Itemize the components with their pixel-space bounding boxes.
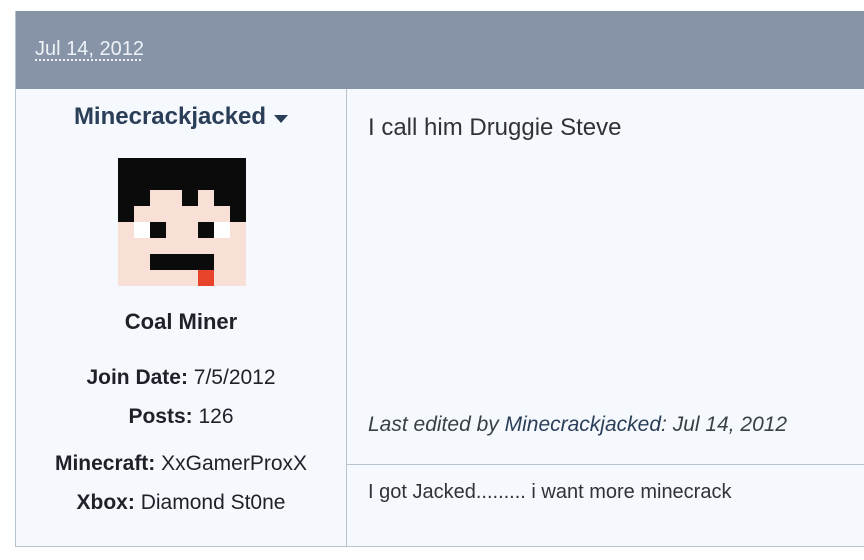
posts-value: 126 xyxy=(198,405,234,428)
edited-date: Jul 14, 2012 xyxy=(672,413,788,436)
forum-post: Jul 14, 2012 Minecrackjacked Coal Miner … xyxy=(15,11,864,547)
user-info-panel: Minecrackjacked Coal Miner Join Date: 7/… xyxy=(16,89,347,546)
signature-divider xyxy=(347,464,864,465)
join-date-label: Join Date: xyxy=(86,366,188,389)
post-header: Jul 14, 2012 xyxy=(16,11,864,89)
chevron-down-icon[interactable] xyxy=(274,115,289,123)
minecraft-name: Minecraft: XxGamerProxX xyxy=(16,452,346,476)
signature: I got Jacked......... i want more minecr… xyxy=(368,481,732,503)
username-menu[interactable]: Minecrackjacked xyxy=(16,103,346,131)
xbox-value: Diamond St0ne xyxy=(140,491,286,514)
avatar[interactable] xyxy=(118,158,246,286)
last-edited-note: Last edited by Minecrackjacked: Jul 14, … xyxy=(368,413,788,436)
xbox-label: Xbox: xyxy=(76,491,135,514)
minecraft-value: XxGamerProxX xyxy=(161,452,308,475)
post-count: Posts: 126 xyxy=(16,405,346,429)
username-link[interactable]: Minecrackjacked xyxy=(74,103,266,131)
posts-label: Posts: xyxy=(128,405,193,428)
user-rank: Coal Miner xyxy=(124,309,238,334)
post-message-area: I call him Druggie Steve Last edited by … xyxy=(347,89,864,546)
minecraft-label: Minecraft: xyxy=(54,452,156,475)
post-date-link[interactable]: Jul 14, 2012 xyxy=(35,38,144,61)
xbox-name: Xbox: Diamond St0ne xyxy=(16,491,346,515)
post-message: I call him Druggie Steve xyxy=(368,114,622,141)
join-date: Join Date: 7/5/2012 xyxy=(16,366,346,390)
edited-by-link[interactable]: Minecrackjacked xyxy=(505,413,661,436)
join-date-value: 7/5/2012 xyxy=(193,366,276,389)
edited-prefix: Last edited by xyxy=(368,413,499,436)
